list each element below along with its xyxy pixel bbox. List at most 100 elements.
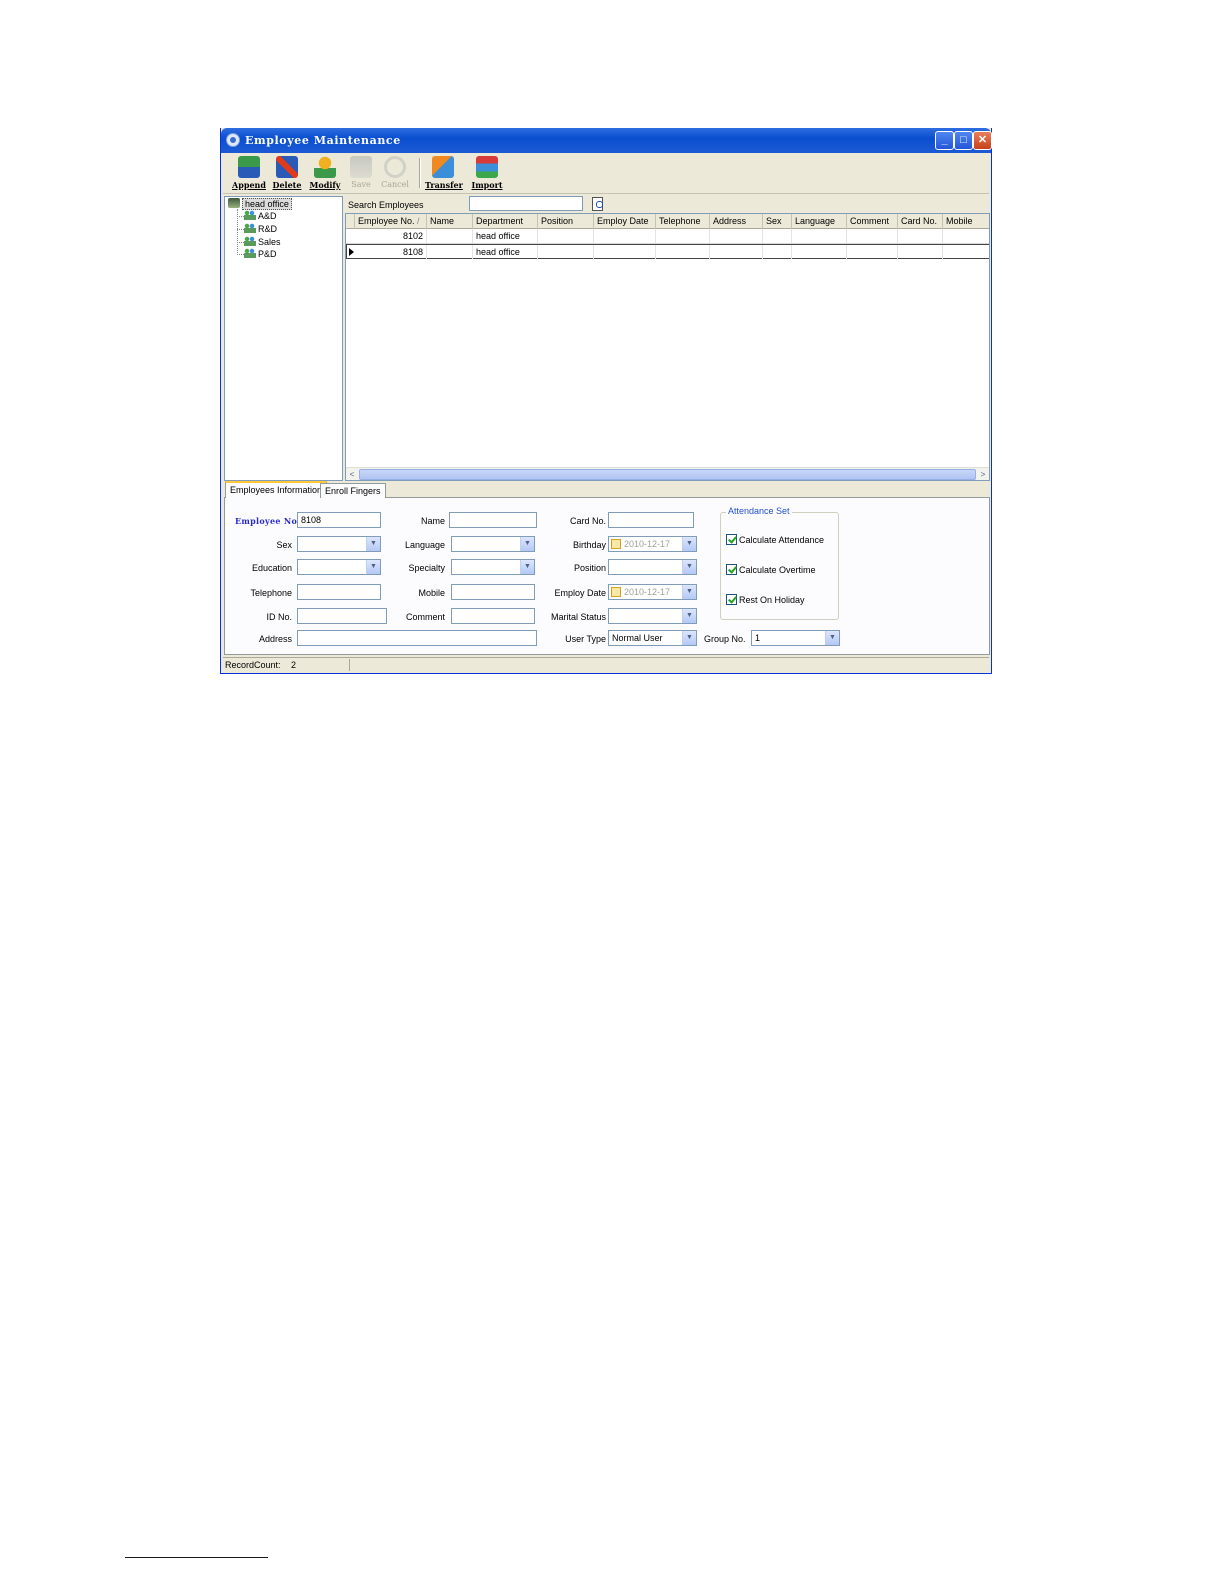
cancel-button[interactable]: Cancel [377, 156, 413, 192]
tree-connector [237, 216, 244, 217]
horizontal-scrollbar[interactable]: < > [346, 467, 989, 480]
table-row-current[interactable]: 8108 head office [346, 244, 989, 259]
group-no-select[interactable]: 1 ▼ [751, 630, 840, 646]
rest-on-holiday-label: Rest On Holiday [739, 595, 805, 605]
cancel-label: Cancel [381, 180, 409, 189]
current-row-indicator-icon [349, 248, 354, 256]
birthday-checkbox[interactable] [611, 539, 621, 549]
calculate-overtime-checkbox[interactable]: Calculate Overtime [726, 564, 816, 576]
tree-item-r-and-d[interactable]: R&D [244, 223, 277, 235]
address-field[interactable] [297, 630, 537, 646]
department-tree[interactable]: head office A&D R&D Sales P&D [224, 196, 343, 481]
position-select[interactable]: ▼ [608, 559, 697, 575]
append-button[interactable]: Append [231, 156, 267, 192]
column-header-position[interactable]: Position [538, 214, 594, 229]
app-icon [226, 133, 240, 147]
employee-no-field[interactable]: 8108 [297, 512, 381, 528]
cell-address [710, 245, 763, 259]
save-button[interactable]: Save [343, 156, 379, 192]
grid-header: Employee No. / Name Department Position … [346, 214, 989, 229]
chevron-down-icon: ▼ [366, 560, 380, 574]
search-input[interactable] [469, 196, 583, 211]
card-no-label: Card No. [569, 516, 606, 526]
calculate-attendance-checkbox[interactable]: Calculate Attendance [726, 534, 824, 546]
marital-status-label: Marital Status [550, 612, 606, 622]
minimize-button[interactable]: _ [935, 131, 954, 150]
cell-employee-no: 8102 [355, 229, 427, 243]
tree-item-sales[interactable]: Sales [244, 236, 281, 248]
column-header-card-no[interactable]: Card No. [898, 214, 943, 229]
column-header-name[interactable]: Name [427, 214, 473, 229]
column-header-comment[interactable]: Comment [847, 214, 898, 229]
card-no-field[interactable] [608, 512, 694, 528]
tree-item-p-and-d[interactable]: P&D [244, 248, 277, 260]
transfer-icon [432, 156, 454, 178]
sex-select[interactable]: ▼ [297, 536, 381, 552]
language-select[interactable]: ▼ [451, 536, 535, 552]
chevron-down-icon: ▼ [682, 609, 696, 623]
table-row[interactable]: 8102 head office [346, 229, 989, 244]
column-header-mobile[interactable]: Mobile [943, 214, 989, 229]
tree-item-label: Sales [258, 237, 281, 247]
employ-date-checkbox[interactable] [611, 587, 621, 597]
import-label: Import [471, 180, 503, 190]
birthday-label: Birthday [572, 540, 606, 550]
title-bar[interactable]: Employee Maintenance _ □ ✕ [221, 128, 992, 153]
marital-status-select[interactable]: ▼ [608, 608, 697, 624]
specialty-label: Specialty [408, 563, 445, 573]
scroll-thumb[interactable] [359, 469, 976, 480]
education-select[interactable]: ▼ [297, 559, 381, 575]
department-icon [244, 223, 256, 233]
status-divider [349, 659, 350, 671]
chevron-down-icon: ▼ [682, 631, 696, 645]
cell-language [792, 245, 847, 259]
employ-date-picker[interactable]: 2010-12-17 ▼ [608, 584, 697, 600]
column-header-department[interactable]: Department [473, 214, 538, 229]
import-button[interactable]: Import [469, 156, 505, 192]
scroll-left-icon[interactable]: < [346, 469, 358, 480]
comment-field[interactable] [451, 608, 535, 624]
name-label: Name [420, 516, 445, 526]
delete-icon [276, 156, 298, 178]
search-icon[interactable] [591, 197, 605, 211]
rest-on-holiday-checkbox[interactable]: Rest On Holiday [726, 594, 805, 606]
modify-button[interactable]: Modify [307, 156, 343, 192]
tab-enroll-fingers[interactable]: Enroll Fingers [320, 483, 386, 498]
employee-form: Employee No. 8108 Sex ▼ Education ▼ Tele… [224, 498, 990, 655]
column-header-employ-date[interactable]: Employ Date [594, 214, 656, 229]
checkbox-checked-icon [726, 564, 737, 575]
tree-item-a-and-d[interactable]: A&D [244, 210, 277, 222]
birthday-picker[interactable]: 2010-12-17 ▼ [608, 536, 697, 552]
user-type-select[interactable]: Normal User ▼ [608, 630, 697, 646]
window-title: Employee Maintenance [245, 134, 401, 147]
employee-grid[interactable]: Employee No. / Name Department Position … [345, 213, 990, 481]
group-no-value: 1 [755, 633, 761, 643]
birthday-value: 2010-12-17 [624, 539, 671, 549]
column-header-employee-no[interactable]: Employee No. / [355, 214, 427, 229]
column-header-address[interactable]: Address [710, 214, 763, 229]
mobile-label: Mobile [418, 588, 445, 598]
name-field[interactable] [449, 512, 537, 528]
close-button[interactable]: ✕ [973, 131, 992, 150]
id-no-field[interactable] [297, 608, 387, 624]
chevron-down-icon: ▼ [682, 585, 696, 599]
telephone-field[interactable] [297, 584, 381, 600]
cell-employee-no: 8108 [355, 245, 427, 259]
cell-position [538, 245, 594, 259]
column-header-language[interactable]: Language [792, 214, 847, 229]
maximize-button[interactable]: □ [954, 131, 973, 150]
scroll-right-icon[interactable]: > [977, 469, 989, 480]
education-label: Education [251, 563, 292, 573]
chevron-down-icon: ▼ [520, 537, 534, 551]
tree-item-head-office[interactable]: head office [228, 198, 292, 210]
tree-item-label: R&D [258, 224, 278, 234]
mobile-field[interactable] [451, 584, 535, 600]
tab-employees-information[interactable]: Employees Information [225, 481, 328, 499]
specialty-select[interactable]: ▼ [451, 559, 535, 575]
column-header-telephone[interactable]: Telephone [656, 214, 710, 229]
cell-card-no [898, 229, 943, 243]
column-header-sex[interactable]: Sex [763, 214, 792, 229]
chevron-down-icon: ▼ [366, 537, 380, 551]
transfer-button[interactable]: Transfer [425, 156, 463, 192]
delete-button[interactable]: Delete [269, 156, 305, 192]
